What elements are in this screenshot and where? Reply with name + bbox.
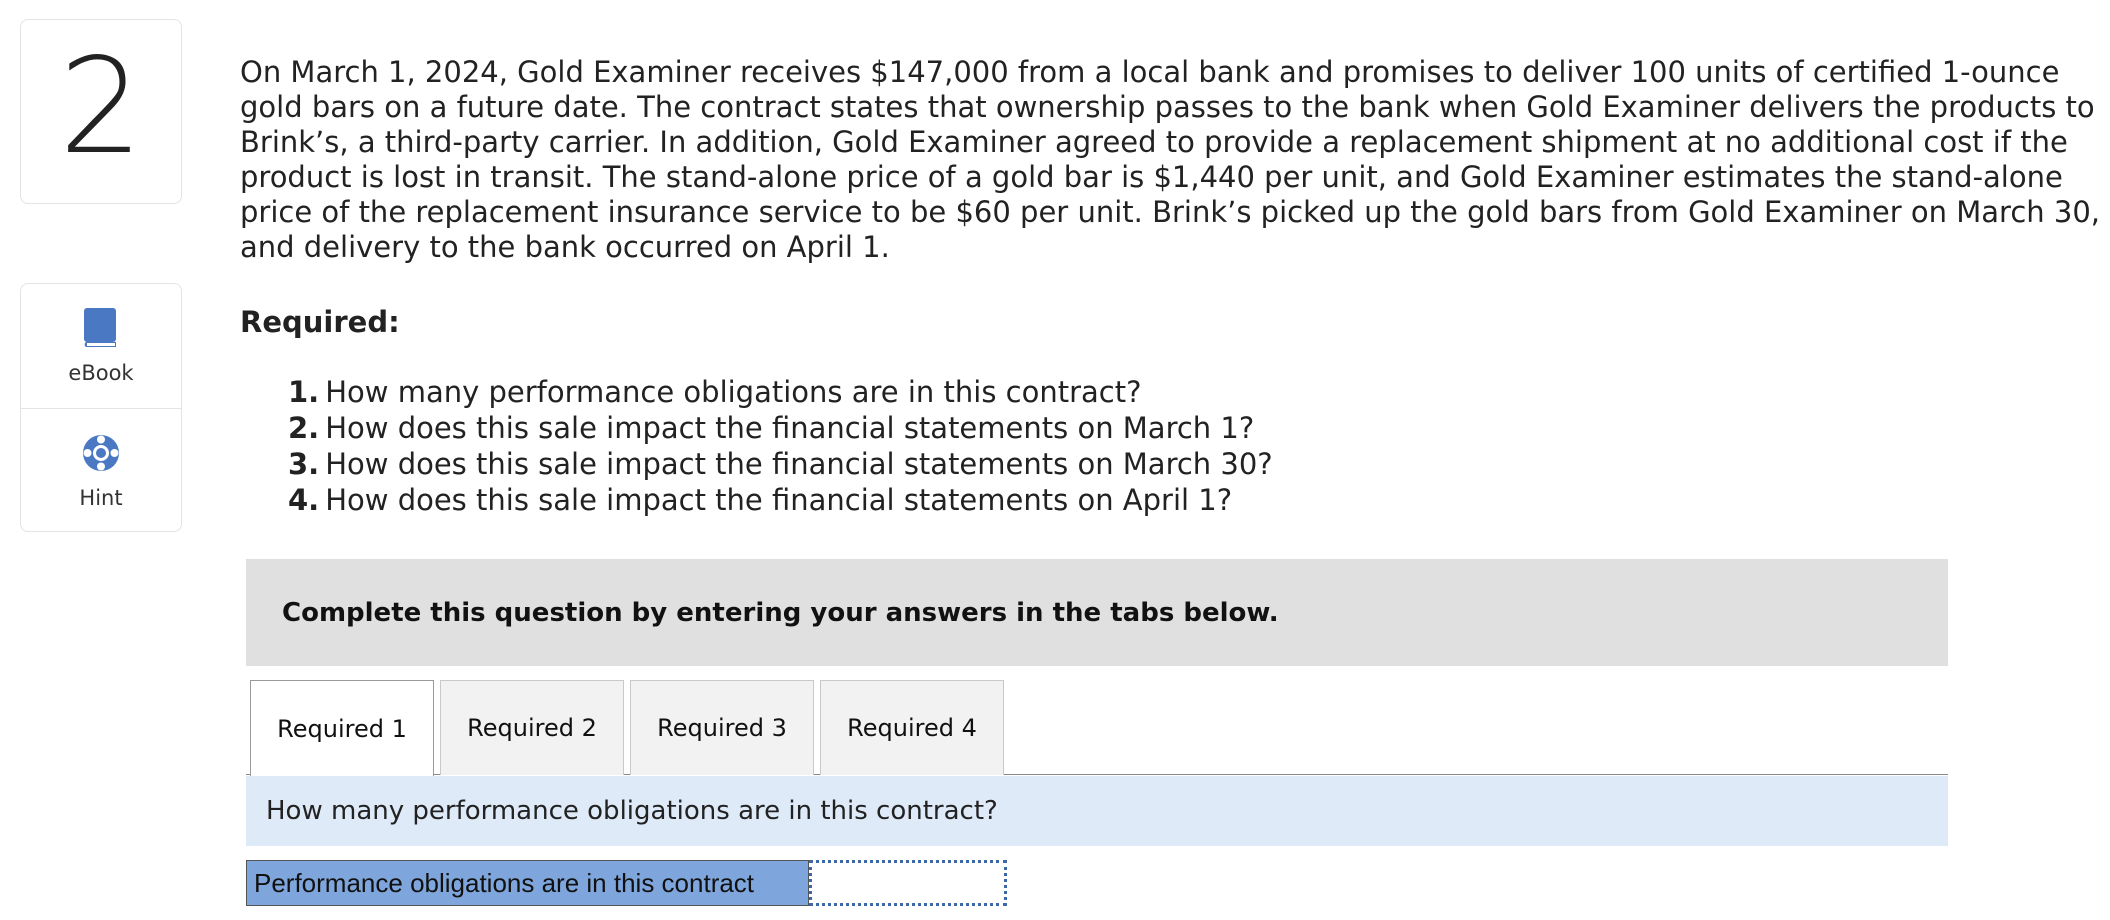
tab-required-1[interactable]: Required 1 [250,680,434,776]
requirement-item: 2. How does this sale impact the financia… [288,410,1273,446]
instruction-banner: Complete this question by entering your … [246,559,1948,666]
tab-required-2[interactable]: Required 2 [440,680,624,775]
answer-row: Performance obligations are in this cont… [246,860,1007,906]
requirement-text: How does this sale impact the financial … [325,483,1233,517]
tools-panel: eBook Hint [20,283,182,532]
ebook-button[interactable]: eBook [21,284,181,408]
lifebuoy-icon [81,432,121,474]
book-icon [81,307,121,349]
ebook-label: eBook [68,361,134,385]
requirements-list: 1. How many performance obligations are i… [288,374,1273,518]
tab-required-4[interactable]: Required 4 [820,680,1004,775]
instruction-text: Complete this question by entering your … [282,597,1279,628]
requirement-number: 2. [288,411,320,445]
tab-question-panel: How many performance obligations are in … [246,776,1948,846]
hint-button[interactable]: Hint [21,408,181,531]
tab-required-3[interactable]: Required 3 [630,680,814,775]
requirement-text: How does this sale impact the financial … [325,411,1255,445]
tab-bar: Required 1 Required 2 Required 3 Require… [246,680,1948,776]
question-number: 2 [59,29,143,184]
requirement-number: 4. [288,483,320,517]
answer-label: Performance obligations are in this cont… [246,860,809,906]
requirement-text: How many performance obligations are in … [325,375,1142,409]
problem-statement: On March 1, 2024, Gold Examiner receives… [240,55,2100,264]
requirement-item: 4. How does this sale impact the financia… [288,482,1273,518]
requirement-number: 1. [288,375,320,409]
hint-label: Hint [79,486,123,510]
requirement-number: 3. [288,447,320,481]
performance-obligations-input[interactable] [809,860,1007,906]
requirement-item: 1. How many performance obligations are i… [288,374,1273,410]
requirement-item: 3. How does this sale impact the financia… [288,446,1273,482]
question-number-card: 2 [20,19,182,204]
requirement-text: How does this sale impact the financial … [325,447,1273,481]
required-heading: Required: [240,305,400,339]
